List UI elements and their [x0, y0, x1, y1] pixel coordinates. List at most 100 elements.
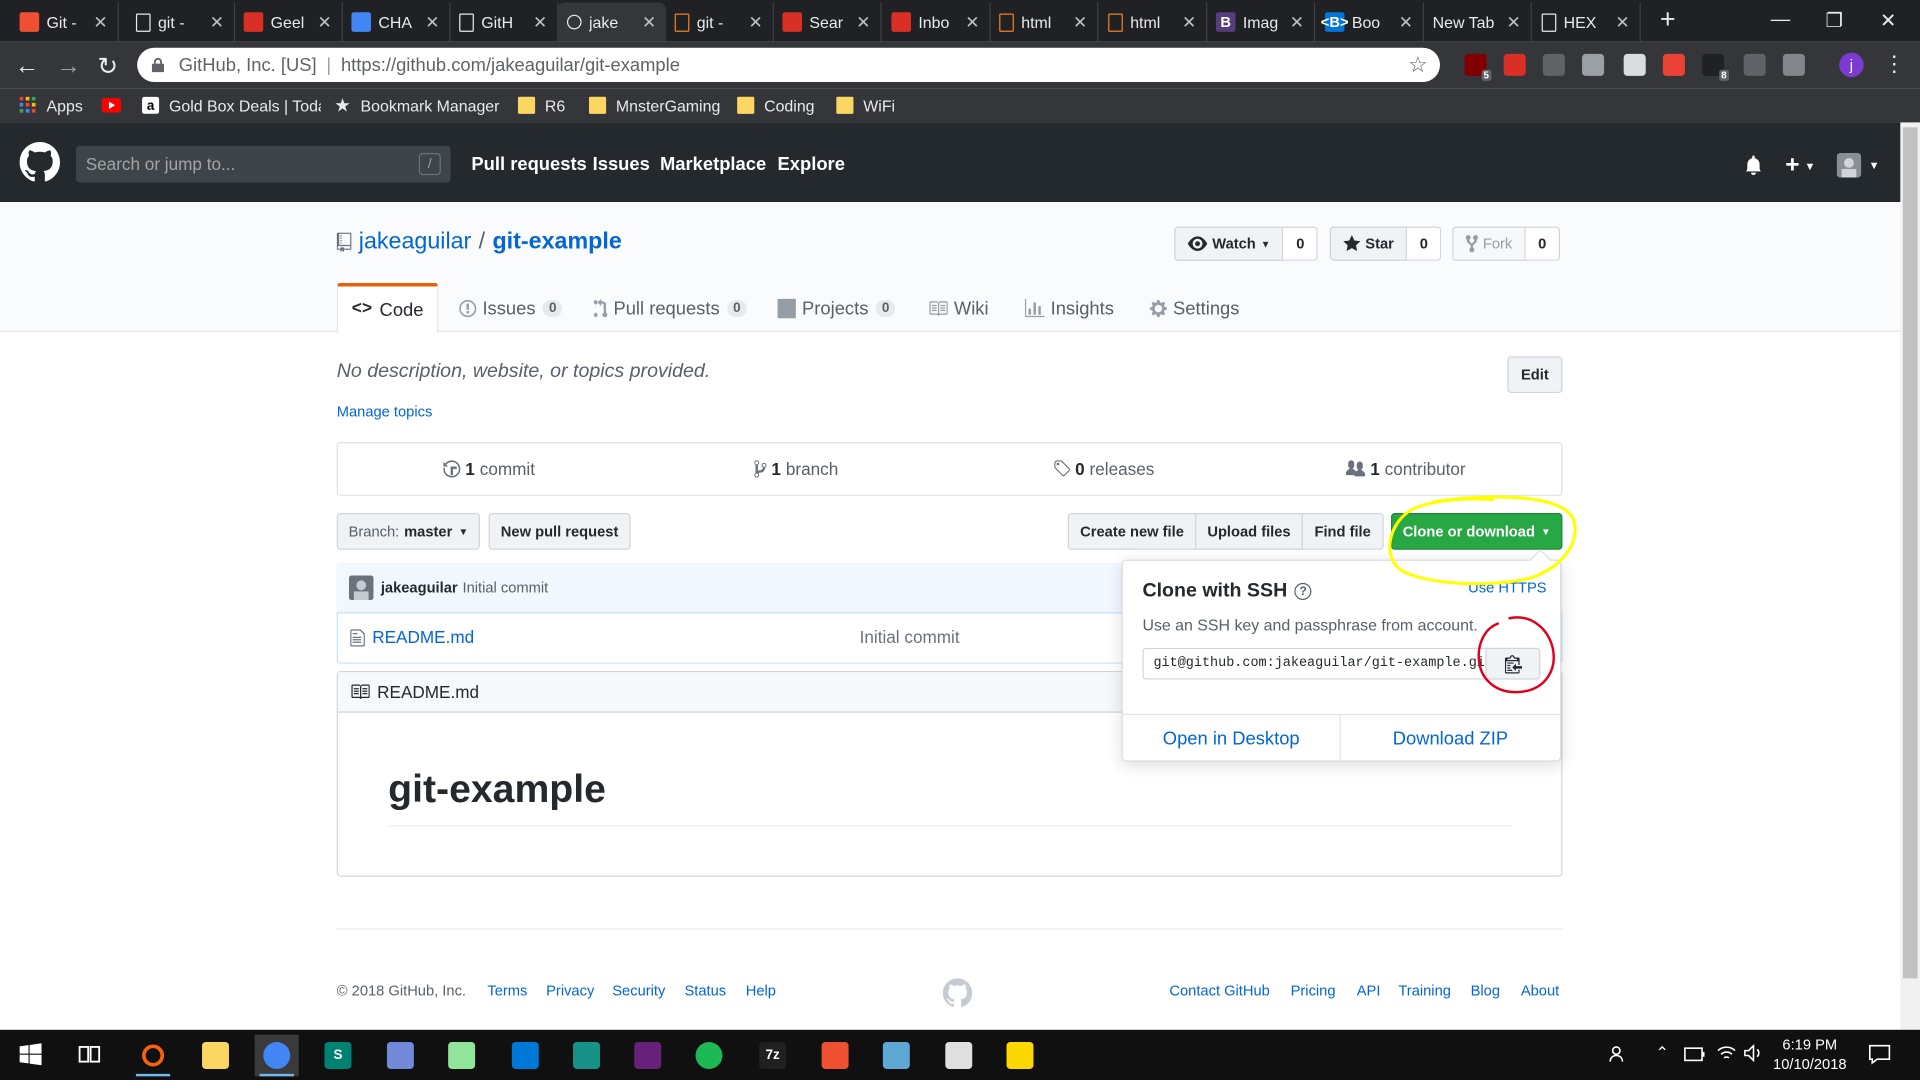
- paint-icon[interactable]: [998, 1035, 1042, 1077]
- footer-link-security[interactable]: Security: [612, 982, 665, 999]
- bookmark-youtube[interactable]: [101, 94, 131, 116]
- 7zip-icon[interactable]: 7z: [751, 1035, 795, 1077]
- drive-icon[interactable]: [1582, 53, 1605, 76]
- footer-link-terms[interactable]: Terms: [487, 982, 527, 999]
- github-logo-icon[interactable]: [19, 142, 61, 182]
- browser-tab[interactable]: Git - ✕: [10, 2, 119, 42]
- browser-tab[interactable]: Inbo ✕: [882, 2, 991, 42]
- browser-tab[interactable]: html ✕: [989, 2, 1099, 42]
- close-tab-icon[interactable]: ✕: [425, 12, 439, 33]
- close-window-button[interactable]: ✕: [1861, 0, 1915, 42]
- bookmark-star-icon[interactable]: ☆: [1408, 53, 1428, 79]
- ublock-icon[interactable]: 5: [1464, 53, 1492, 81]
- spotify-icon[interactable]: [687, 1035, 731, 1077]
- browser-tab[interactable]: Geel ✕: [234, 2, 343, 42]
- notifications-bell-icon[interactable]: [1744, 155, 1764, 176]
- tab-settings[interactable]: Settings: [1149, 284, 1239, 333]
- forward-button[interactable]: →: [54, 51, 83, 80]
- close-tab-icon[interactable]: ✕: [210, 12, 224, 33]
- browser-tab[interactable]: git - ✕: [126, 2, 236, 42]
- browser-tab[interactable]: GitH ✕: [449, 2, 559, 42]
- github-search-input[interactable]: Search or jump to... /: [75, 145, 451, 183]
- create-new-dropdown[interactable]: + ▼: [1785, 152, 1815, 180]
- profile-avatar[interactable]: j: [1839, 52, 1864, 78]
- bookmark-apps[interactable]: Apps: [19, 94, 83, 116]
- browser-tab[interactable]: Sear ✕: [773, 2, 882, 42]
- star-button[interactable]: Star: [1329, 226, 1408, 261]
- tab-insights[interactable]: Insights: [1024, 284, 1114, 333]
- notification-center-icon[interactable]: [1869, 1043, 1891, 1065]
- manage-topics-link[interactable]: Manage topics: [337, 403, 433, 420]
- git-icon[interactable]: [813, 1035, 857, 1077]
- address-bar[interactable]: GitHub, Inc. [US] | https://github.com/j…: [137, 47, 1441, 83]
- back-button[interactable]: ←: [12, 51, 41, 80]
- minimize-button[interactable]: —: [1753, 0, 1807, 42]
- vscode-icon[interactable]: [503, 1035, 547, 1077]
- fork-count[interactable]: 0: [1525, 226, 1561, 261]
- branch-select-button[interactable]: Branch: master ▼: [336, 513, 481, 550]
- bookmark-folder-mnstergaming[interactable]: MnsterGaming: [588, 94, 720, 116]
- releases-link[interactable]: 0 releases: [1053, 459, 1154, 479]
- commits-link[interactable]: 1 commit: [443, 459, 535, 479]
- tab-code[interactable]: <> Code: [336, 282, 439, 334]
- bookmark-folder-coding[interactable]: Coding: [737, 94, 815, 116]
- extension-icon[interactable]: [1542, 53, 1565, 76]
- close-tab-icon[interactable]: ✕: [1399, 12, 1413, 33]
- tab-pull-requests[interactable]: Pull requests 0: [593, 284, 747, 333]
- close-tab-icon[interactable]: ✕: [856, 12, 870, 33]
- gitkraken-icon[interactable]: [564, 1035, 608, 1077]
- nav-marketplace[interactable]: Marketplace: [660, 154, 766, 175]
- close-tab-icon[interactable]: ✕: [642, 12, 656, 33]
- chrome-menu-icon[interactable]: ⋮: [1883, 51, 1905, 77]
- tab-projects[interactable]: Projects 0: [777, 284, 896, 333]
- ssh-url-input[interactable]: git@github.com:jakeaguilar/git-example.g…: [1142, 647, 1486, 680]
- file-commit-message[interactable]: Initial commit: [860, 627, 960, 647]
- file-explorer-icon[interactable]: [193, 1035, 237, 1077]
- pen-extension-icon[interactable]: [1743, 53, 1766, 76]
- footer-link-pricing[interactable]: Pricing: [1291, 982, 1336, 999]
- open-in-desktop-button[interactable]: Open in Desktop: [1123, 715, 1341, 762]
- close-tab-icon[interactable]: ✕: [748, 12, 762, 33]
- close-tab-icon[interactable]: ✕: [1073, 12, 1087, 33]
- restore-button[interactable]: ❐: [1807, 0, 1861, 42]
- bookmark-folder-wifi[interactable]: WiFi: [836, 94, 895, 116]
- close-tab-icon[interactable]: ✕: [1182, 12, 1196, 33]
- sway-icon[interactable]: S: [316, 1035, 360, 1077]
- file-name-link[interactable]: README.md: [372, 627, 474, 647]
- commit-author-link[interactable]: jakeaguilar: [381, 579, 458, 596]
- upload-files-button[interactable]: Upload files: [1195, 513, 1303, 550]
- edit-description-button[interactable]: Edit: [1507, 356, 1563, 394]
- people-icon[interactable]: [1609, 1044, 1629, 1064]
- close-tab-icon[interactable]: ✕: [1615, 12, 1629, 33]
- browser-tab[interactable]: html ✕: [1098, 2, 1208, 42]
- new-tab-button[interactable]: +: [1653, 6, 1682, 34]
- grey-extension-icon[interactable]: [1782, 53, 1805, 76]
- fork-button[interactable]: Fork: [1452, 226, 1526, 261]
- discord-icon[interactable]: [378, 1035, 422, 1077]
- close-tab-icon[interactable]: ✕: [533, 12, 547, 33]
- close-tab-icon[interactable]: ✕: [965, 12, 979, 33]
- taskbar-clock[interactable]: 6:19 PM 10/10/2018: [1763, 1035, 1856, 1074]
- browser-tab[interactable]: git - ✕: [665, 2, 774, 42]
- commit-author-avatar[interactable]: [348, 575, 374, 601]
- question-icon[interactable]: ?: [1294, 582, 1312, 601]
- contributors-link[interactable]: 1 contributor: [1345, 459, 1466, 479]
- photos-icon[interactable]: [937, 1035, 981, 1077]
- commit-message-link[interactable]: Initial commit: [462, 579, 548, 596]
- watch-button[interactable]: Watch ▼: [1174, 226, 1284, 261]
- notepadpp-icon[interactable]: [440, 1035, 484, 1077]
- browser-tab[interactable]: New Tab ✕: [1423, 2, 1532, 42]
- bookmark-gold-box-deals[interactable]: a Gold Box Deals | Toda: [142, 94, 321, 116]
- search-icon[interactable]: [131, 1035, 175, 1077]
- red-extension-icon[interactable]: [1662, 53, 1685, 76]
- footer-link-blog[interactable]: Blog: [1471, 982, 1500, 999]
- watch-count[interactable]: 0: [1283, 226, 1319, 261]
- github-footer-logo-icon[interactable]: [942, 978, 973, 1008]
- task-view-icon[interactable]: [78, 1043, 101, 1065]
- nav-issues[interactable]: Issues: [593, 154, 650, 175]
- repo-name-link[interactable]: git-example: [492, 229, 621, 256]
- footer-link-api[interactable]: API: [1357, 982, 1381, 999]
- battery-icon[interactable]: [1684, 1047, 1706, 1062]
- footer-link-status[interactable]: Status: [684, 982, 726, 999]
- bookmark-folder-r6[interactable]: R6: [517, 94, 565, 116]
